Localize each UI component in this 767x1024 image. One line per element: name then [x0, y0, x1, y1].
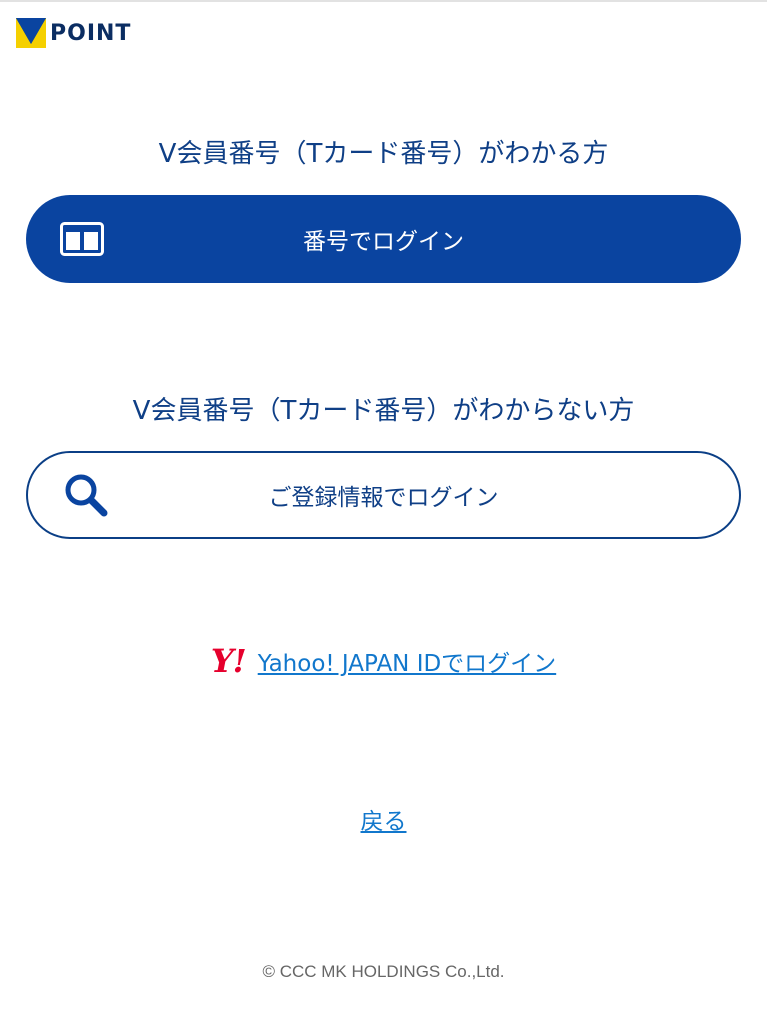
login-by-registration-button[interactable]: ご登録情報でログイン — [26, 451, 741, 539]
search-icon — [65, 474, 108, 517]
yahoo-login-link[interactable]: Yahoo! JAPAN IDでログイン — [258, 644, 556, 678]
v-logo-icon — [16, 18, 46, 48]
yahoo-login-row: Y! Yahoo! JAPAN IDでログイン — [0, 644, 767, 678]
login-by-number-button[interactable]: 番号でログイン — [26, 195, 741, 283]
yahoo-logo-icon: Y! — [210, 642, 247, 680]
card-icon — [60, 222, 104, 256]
known-number-heading: V会員番号（Tカード番号）がわかる方 — [158, 139, 609, 169]
login-by-registration-label: ご登録情報でログイン — [268, 485, 499, 511]
logo-text: POINT — [50, 20, 132, 46]
back-link[interactable]: 戻る — [361, 809, 407, 835]
back-link-row: 戻る — [0, 802, 767, 836]
top-divider — [0, 0, 767, 2]
copyright-footer: © CCC MK HOLDINGS Co.,Ltd. — [262, 962, 505, 981]
login-by-number-label: 番号でログイン — [303, 229, 464, 255]
unknown-number-heading: V会員番号（Tカード番号）がわからない方 — [132, 396, 635, 426]
v-point-logo: POINT — [16, 18, 131, 48]
